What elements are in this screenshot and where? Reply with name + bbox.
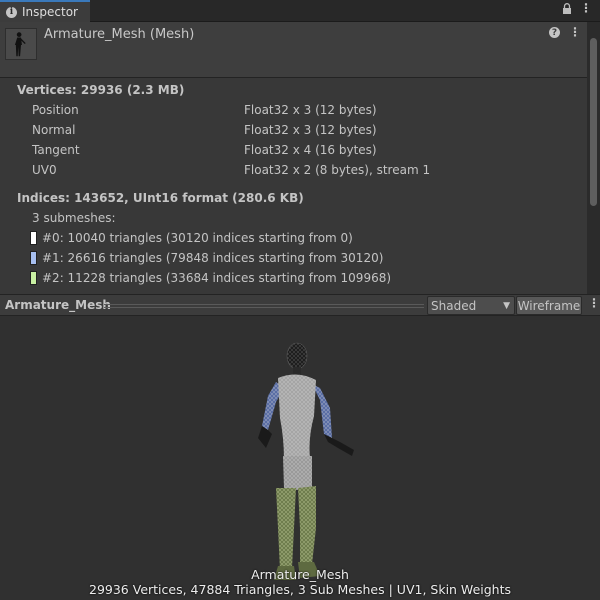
preview-resize-handle[interactable]: [104, 304, 424, 308]
tab-actions: ⋮: [562, 2, 592, 18]
vertices-title: Vertices: 29936 (2.3 MB): [17, 83, 185, 97]
inspector-scrollbar[interactable]: [587, 22, 600, 294]
mesh-thumbnail-icon: [5, 28, 37, 60]
lock-icon[interactable]: [562, 3, 572, 18]
tab-bar: i Inspector ⋮: [0, 0, 600, 22]
submesh-text: #0: 10040 triangles (30120 indices start…: [42, 231, 353, 245]
preview-toolbar: Armature_Mesh Shaded ▼ Wireframe ⋮: [0, 294, 600, 316]
mesh-preview-viewport[interactable]: Armature_Mesh 29936 Vertices, 47884 Tria…: [0, 316, 600, 600]
submesh-color-swatch: [30, 231, 37, 245]
preview-menu-icon[interactable]: ⋮: [588, 297, 600, 309]
submesh-count: 3 submeshes:: [32, 211, 116, 225]
tab-menu-icon[interactable]: ⋮: [580, 2, 592, 18]
submesh-color-swatch: [30, 271, 37, 285]
tab-label: Inspector: [22, 5, 78, 19]
shading-mode-value: Shaded: [431, 298, 477, 313]
submesh-row: #0: 10040 triangles (30120 indices start…: [30, 231, 353, 245]
header-menu-icon[interactable]: ⋮: [569, 26, 581, 38]
indices-title: Indices: 143652, UInt16 format (280.6 KB…: [17, 191, 304, 205]
attribute-value: Float32 x 3 (12 bytes): [244, 103, 377, 117]
submesh-row: #2: 11228 triangles (33684 indices start…: [30, 271, 391, 285]
submesh-text: #2: 11228 triangles (33684 indices start…: [42, 271, 392, 285]
dropdown-arrow-icon: ▼: [503, 300, 510, 311]
info-icon: i: [6, 6, 17, 18]
submesh-text: #1: 26616 triangles (79848 indices start…: [42, 251, 384, 265]
mesh-info-panel: Vertices: 29936 (2.3 MB) Position Float3…: [0, 78, 587, 294]
preview-caption-stats: 29936 Vertices, 47884 Triangles, 3 Sub M…: [89, 582, 511, 597]
attribute-label: UV0: [32, 163, 57, 177]
attribute-label: Tangent: [32, 143, 80, 157]
submesh-color-swatch: [30, 251, 37, 265]
attribute-label: Normal: [32, 123, 76, 137]
inspector-header: Armature_Mesh (Mesh) ? ⋮: [0, 22, 587, 78]
attribute-value: Float32 x 4 (16 bytes): [244, 143, 377, 157]
header-icons: ? ⋮: [549, 26, 581, 38]
tab-inspector[interactable]: i Inspector: [0, 0, 90, 22]
shading-mode-dropdown[interactable]: Shaded ▼: [427, 296, 515, 315]
scrollbar-thumb[interactable]: [590, 38, 597, 206]
attribute-label: Position: [32, 103, 79, 117]
attribute-value: Float32 x 3 (12 bytes): [244, 123, 377, 137]
preview-title: Armature_Mesh: [5, 298, 111, 312]
preview-caption: Armature_Mesh 29936 Vertices, 47884 Tria…: [0, 567, 600, 597]
wireframe-toggle[interactable]: Wireframe: [516, 296, 582, 315]
attribute-value: Float32 x 2 (8 bytes), stream 1: [244, 163, 431, 177]
submesh-row: #1: 26616 triangles (79848 indices start…: [30, 251, 383, 265]
preview-caption-name: Armature_Mesh: [251, 567, 349, 582]
help-icon[interactable]: ?: [549, 27, 560, 38]
asset-title: Armature_Mesh (Mesh): [44, 27, 195, 42]
character-mesh-preview: [258, 342, 354, 580]
